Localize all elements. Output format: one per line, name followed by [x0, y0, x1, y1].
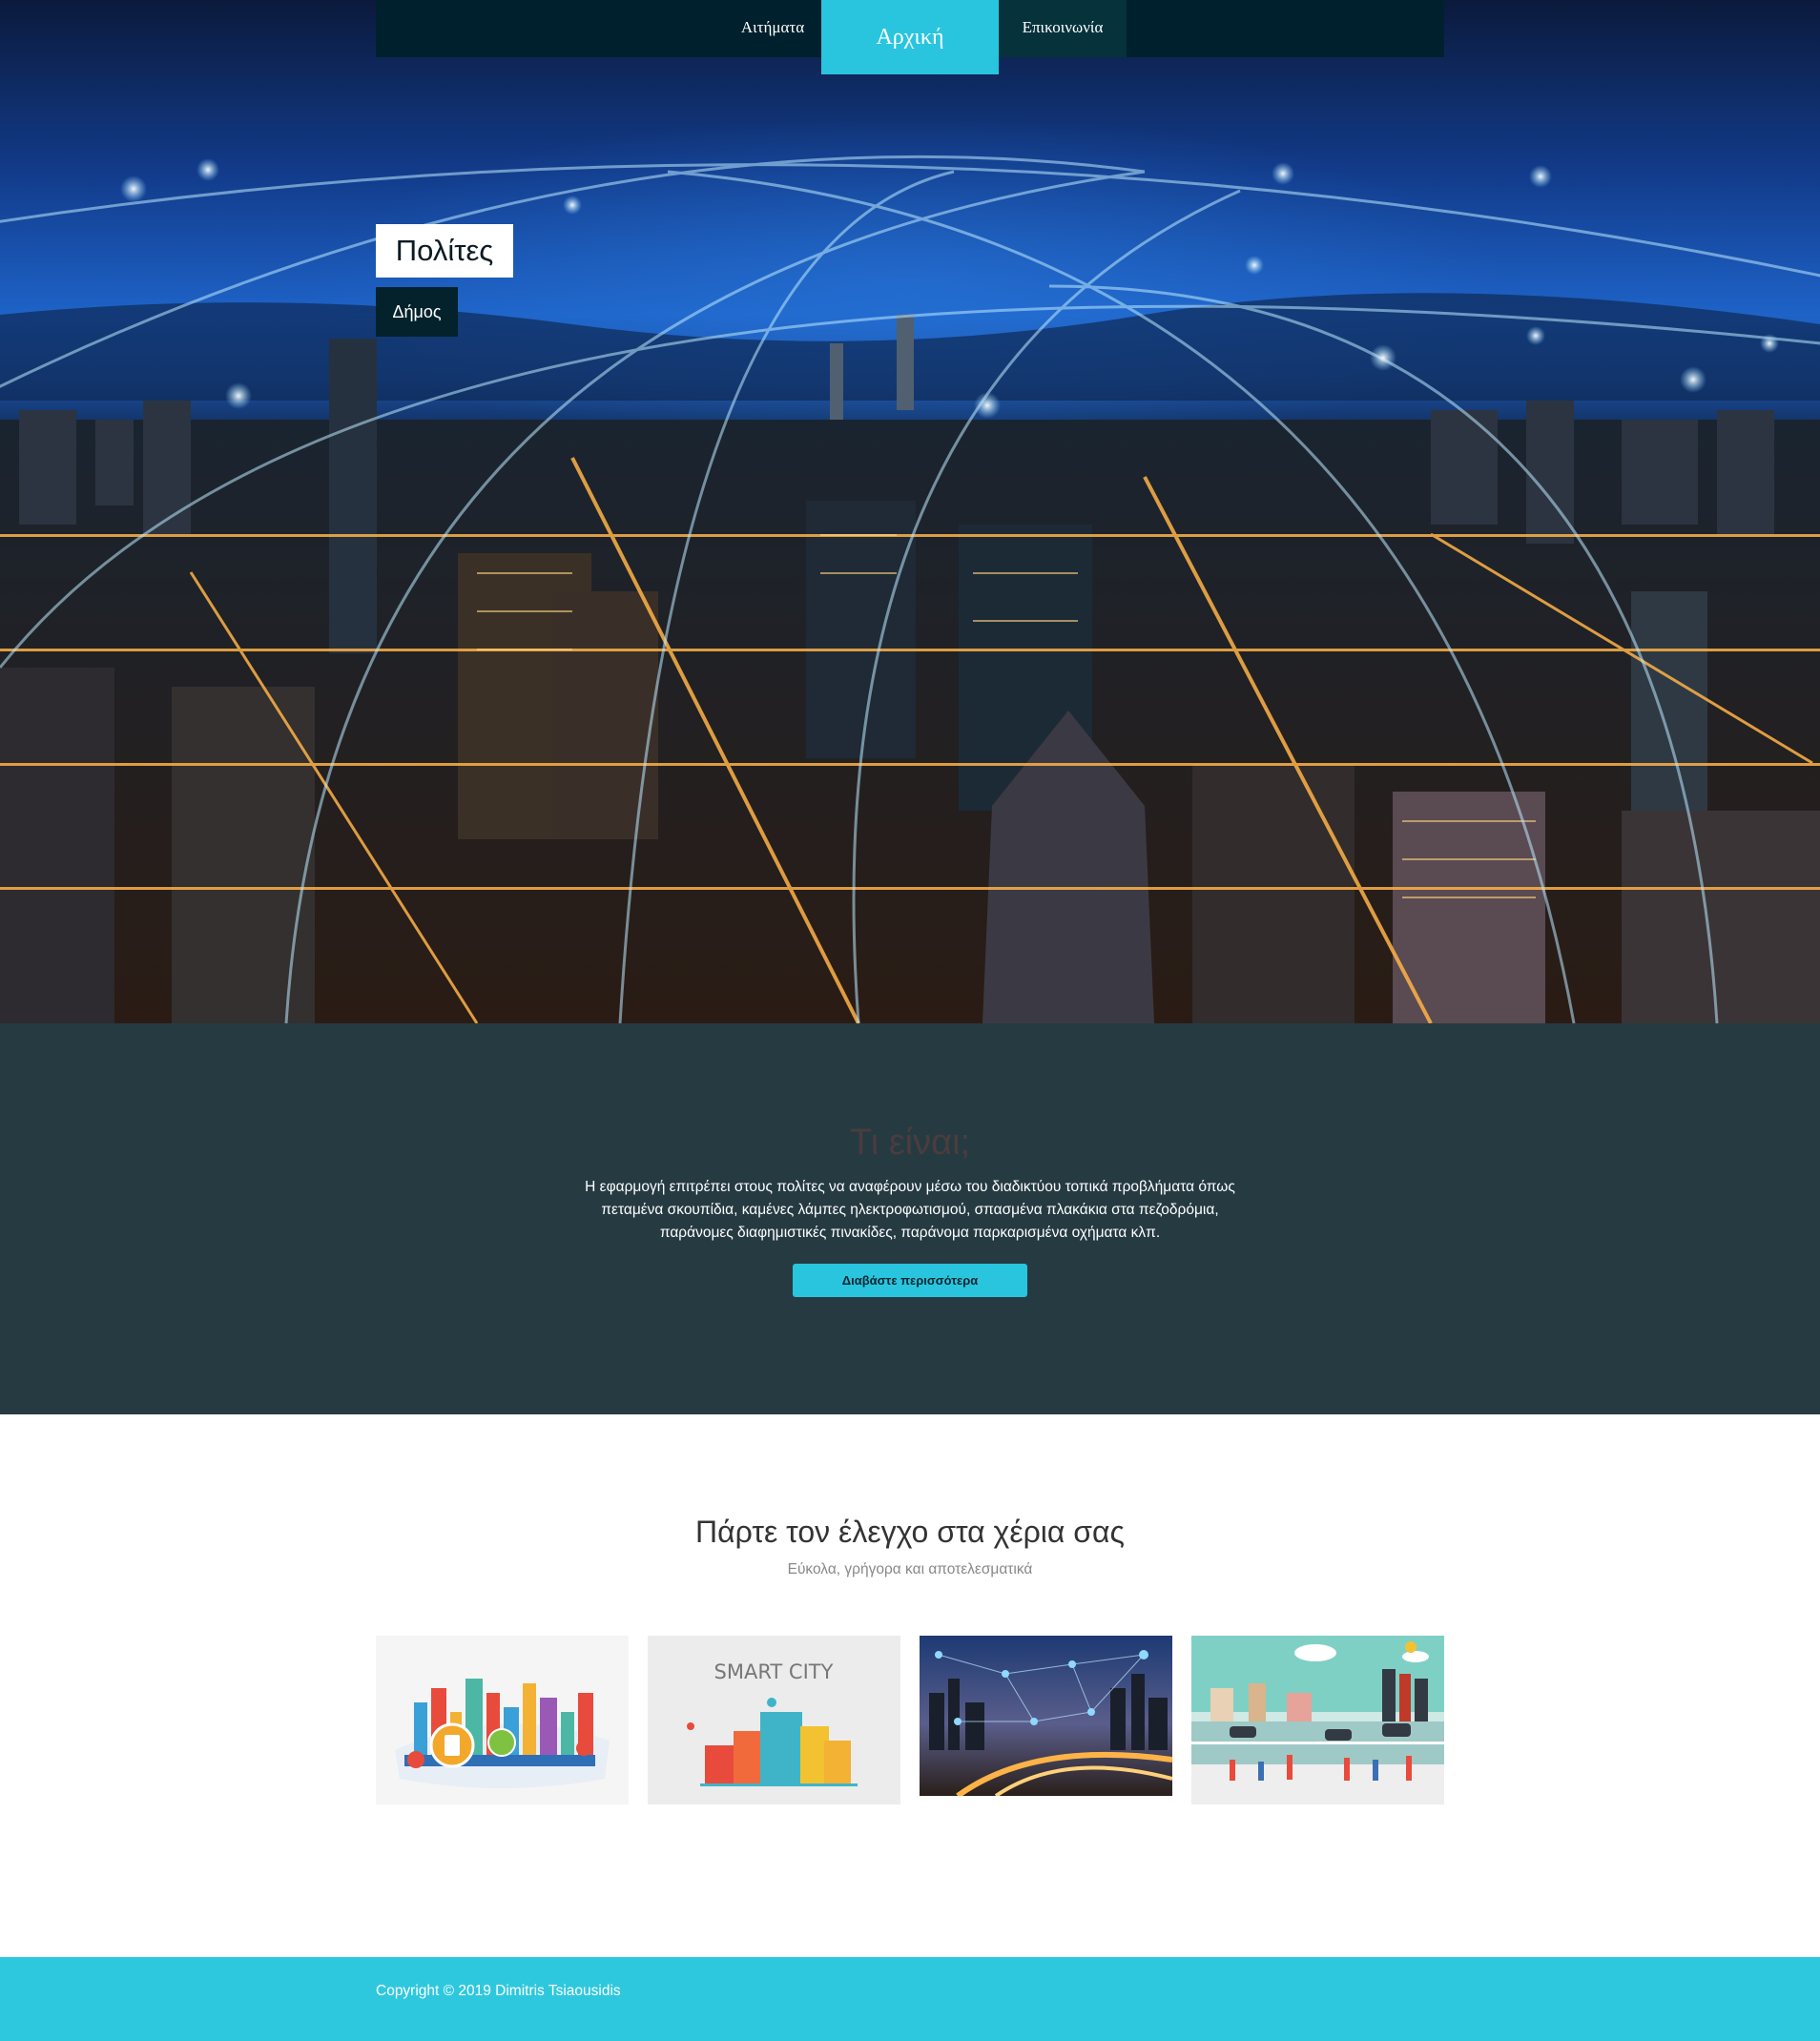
hero-title: Πολίτες — [376, 224, 513, 278]
about-section: Τι είναι; Η εφαρμογή επιτρέπει στους πολ… — [0, 1023, 1820, 1414]
smart-city-caption: SMART CITY — [714, 1660, 834, 1683]
smart-city-buildings-image: SMART CITY — [648, 1636, 900, 1804]
top-nav: Αιτήματα Αρχική Επικοινωνία — [376, 0, 1444, 74]
features-title: Πάρτε τον έλεγχο στα χέρια σας — [695, 1515, 1125, 1549]
hero-city-night-image — [0, 155, 1820, 1023]
nav-item-requests[interactable]: Αιτήματα — [719, 0, 826, 57]
city-street-people-image — [1191, 1636, 1444, 1804]
about-title: Τι είναι; — [849, 1123, 971, 1163]
connected-city-night-image — [920, 1636, 1172, 1796]
read-more-button[interactable]: Διαβάστε περισσότερα — [793, 1264, 1027, 1297]
hero-subtitle: Δήμος — [376, 287, 458, 337]
footer-copyright: Copyright © 2019 Dimitris Tsiaousidis — [376, 1983, 621, 1999]
features-subtitle: Εύκολα, γρήγορα και αποτελεσματικά — [787, 1561, 1033, 1577]
nav-item-home[interactable]: Αρχική — [821, 0, 999, 74]
hero-section: Αιτήματα Αρχική Επικοινωνία Πολίτες Δήμο… — [0, 0, 1820, 1023]
footer: Copyright © 2019 Dimitris Tsiaousidis — [0, 1957, 1820, 2041]
about-text: Η εφαρμογή επιτρέπει στους πολίτες να αν… — [585, 1179, 1235, 1241]
smart-city-illustration-image — [376, 1636, 629, 1804]
nav-item-contact[interactable]: Επικοινωνία — [999, 0, 1127, 57]
